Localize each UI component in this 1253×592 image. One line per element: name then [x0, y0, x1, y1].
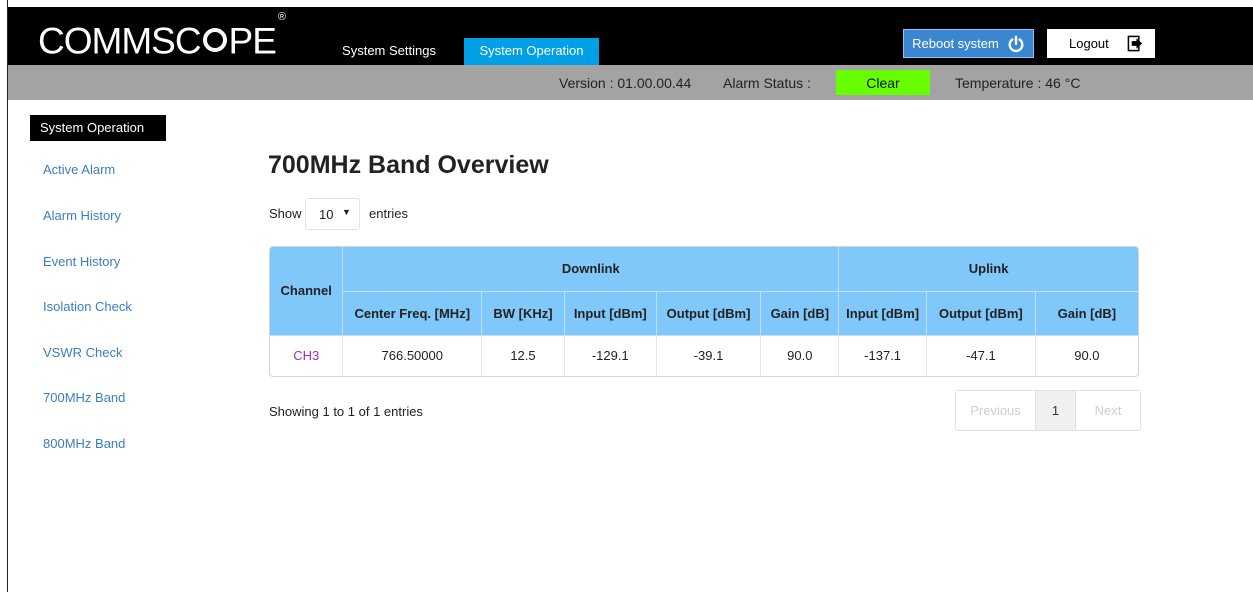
tab-system-operation[interactable]: System Operation: [464, 38, 599, 65]
downlink-header: Downlink: [342, 247, 840, 292]
sidebar-item-800mhz-band[interactable]: 800MHz Band: [43, 436, 125, 451]
logo-text: COMMSC: [38, 20, 202, 62]
table-cell: -47.1: [926, 335, 1036, 376]
pagination: Previous 1 Next: [955, 390, 1141, 431]
app-window: COMMSC PE® System Settings System Operati…: [0, 0, 1253, 592]
temperature-text: Temperature : 46 °C: [955, 75, 1081, 91]
window-edge: [0, 0, 8, 592]
power-icon: [1008, 35, 1024, 52]
logout-button[interactable]: Logout: [1047, 29, 1155, 58]
reboot-label: Reboot system: [912, 36, 999, 51]
registered-mark: ®: [277, 11, 286, 23]
table-cell: 12.5: [481, 335, 565, 376]
logo-o-mark: [201, 25, 229, 55]
table-row: CH3 766.50000 12.5 -129.1 -39.1 90.0 -13…: [270, 335, 1138, 376]
uplink-header: Uplink: [838, 247, 1138, 292]
column-header: Center Freq. [MHz]: [342, 291, 483, 336]
page-title: 700MHz Band Overview: [268, 151, 549, 179]
channel-header: Channel: [270, 247, 344, 336]
previous-page-button[interactable]: Previous: [956, 391, 1036, 430]
table-cell: 90.0: [1074, 348, 1100, 364]
status-bar: Version : 01.00.00.44 Alarm Status : Cle…: [8, 65, 1253, 100]
page-1-button[interactable]: 1: [1036, 391, 1076, 430]
caret-down-icon: ▼: [342, 207, 351, 217]
logo-text-tail: PE: [228, 20, 277, 62]
column-header: Output [dBm]: [926, 291, 1036, 336]
sidebar-title: System Operation: [30, 115, 166, 141]
logout-label: Logout: [1069, 36, 1109, 51]
tab-system-settings[interactable]: System Settings: [326, 38, 452, 65]
alarm-status-badge: Clear: [836, 70, 930, 95]
show-entries-control: Show 10 ▼ entries: [269, 198, 469, 230]
sidebar-item-vswr-check[interactable]: VSWR Check: [43, 345, 122, 360]
entries-select[interactable]: 10 ▼: [305, 198, 360, 230]
column-header: BW [KHz]: [481, 291, 565, 336]
entries-label: entries: [369, 206, 409, 221]
table-cell: -129.1: [564, 335, 657, 376]
next-page-button[interactable]: Next: [1076, 391, 1140, 430]
band-overview-table: Channel Downlink Uplink Center Freq. [MH…: [269, 246, 1139, 377]
channel-link[interactable]: CH3: [270, 335, 344, 376]
column-header: Output [dBm]: [656, 291, 762, 336]
version-text: Version : 01.00.00.44: [559, 75, 692, 91]
sidebar-item-700mhz-band[interactable]: 700MHz Band: [43, 390, 125, 405]
reboot-system-button[interactable]: Reboot system: [903, 29, 1034, 58]
table-info: Showing 1 to 1 of 1 entries: [269, 404, 423, 419]
sidebar-item-isolation-check[interactable]: Isolation Check: [43, 299, 132, 314]
sidebar-item-event-history[interactable]: Event History: [43, 254, 120, 269]
sidebar-item-active-alarm[interactable]: Active Alarm: [43, 162, 115, 177]
column-header: Gain [dB]: [760, 291, 840, 336]
table-cell: -39.1: [656, 335, 762, 376]
logout-icon: [1127, 35, 1142, 52]
show-label: Show: [269, 206, 302, 221]
sidebar-item-alarm-history[interactable]: Alarm History: [43, 208, 121, 223]
table-cell: 90.0: [760, 335, 840, 376]
column-header: Input [dBm]: [564, 291, 657, 336]
table-cell: -137.1: [838, 335, 928, 376]
entries-value: 10: [319, 207, 334, 222]
column-header: Input [dBm]: [838, 291, 928, 336]
table-cell: 766.50000: [342, 335, 483, 376]
top-bar: COMMSC PE® System Settings System Operati…: [8, 7, 1253, 65]
alarm-status-label: Alarm Status :: [723, 75, 811, 91]
commscope-logo: COMMSC PE®: [38, 11, 286, 62]
column-header: Gain [dB]: [1035, 291, 1138, 336]
